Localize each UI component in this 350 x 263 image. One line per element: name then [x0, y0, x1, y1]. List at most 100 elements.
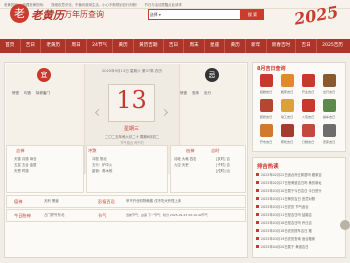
- chongsha-line: 五行：炉中火: [92, 163, 113, 167]
- ji-item: 安床: [192, 91, 199, 95]
- nav-item[interactable]: 黄历: [112, 39, 133, 53]
- topbar-item[interactable]: 节日与活动提醒点此请求: [144, 2, 181, 7]
- auspicious-day-label[interactable]: 开市吉日: [256, 139, 276, 144]
- pengzu-title: 彭祖百忌: [98, 199, 115, 204]
- search-button[interactable]: 搜 索: [241, 9, 264, 20]
- auspicious-day-icon[interactable]: [302, 124, 315, 137]
- pengzu-text: 甲不开仓财物耗散 戌不吃犬作怪上床: [126, 199, 182, 203]
- hot-list-bullet: [256, 197, 259, 200]
- ji-list: 修造 安床 出行: [180, 90, 238, 96]
- auspicious-day-icon[interactable]: [281, 124, 294, 137]
- search-input[interactable]: [148, 9, 241, 20]
- logo-icon[interactable]: 老: [10, 4, 29, 23]
- nav-item[interactable]: 新春吉时: [265, 39, 296, 53]
- jishen-title: 吉神: [16, 148, 25, 153]
- auspicious-day-icon[interactable]: [260, 124, 273, 137]
- nav-item[interactable]: 周末: [183, 39, 204, 53]
- auspicious-day-icon[interactable]: [323, 124, 336, 137]
- search-type-label: 选择: [150, 12, 158, 17]
- ji-item: 出行: [204, 91, 211, 95]
- yi-item: 除修畜门: [36, 91, 50, 95]
- jieqi-text: 当前节气：白露 下一节气：秋分 2025-09-23 06:19:40节气: [126, 213, 208, 217]
- auspicious-day-label[interactable]: 提车吉日: [319, 114, 339, 119]
- jishi-line: [戌时] 凶: [216, 169, 230, 173]
- hot-list-title: 排吉热读: [257, 164, 279, 170]
- zhishen-text: 天刑 黑道: [44, 199, 59, 203]
- jishi-line: [亥时] 吉: [216, 157, 230, 161]
- nav-item[interactable]: 星座: [203, 39, 225, 53]
- ji-item: 修造: [180, 91, 187, 95]
- logo-text[interactable]: 老黄历: [31, 7, 64, 23]
- hot-list-item[interactable]: 2025年02月27日是黄道吉日吗 黄历新址: [261, 180, 322, 185]
- hot-list-item[interactable]: 2025年04月20日属于 黄道吉日: [261, 244, 309, 249]
- hot-list-bullet: [256, 237, 259, 240]
- auspicious-day-icon[interactable]: [302, 99, 315, 112]
- nav-item[interactable]: 首页: [0, 39, 20, 53]
- auspicious-day-label[interactable]: 入宅吉日: [298, 114, 318, 119]
- hot-list-item[interactable]: 2025年03月10日属于今日吉日 今日是什: [261, 188, 322, 193]
- gregorian-date: 2025年9月13日 星期六 第37周 农历: [102, 69, 162, 73]
- jishi-title: 吉时: [211, 148, 220, 153]
- auspicious-day-icon[interactable]: [323, 99, 336, 112]
- yi-list: 修堂 印造 除修畜门: [12, 90, 70, 96]
- auspicious-day-label[interactable]: 出行吉日: [319, 89, 339, 94]
- yi-badge: 宜: [37, 68, 51, 82]
- auspicious-day-icon[interactable]: [302, 74, 315, 87]
- nav-item[interactable]: 吉日: [295, 39, 316, 53]
- main-nav: 首页 吉日 老黄历 周日 24节气 黄历 黄历吉期 吉日 周末 星座 黄历 新年…: [0, 39, 350, 53]
- search-type-select[interactable]: 选择 ▾: [150, 12, 161, 18]
- hot-list-item[interactable]: 2025年02月22日适合乔迁新居吗 搬家吉: [261, 172, 322, 177]
- weekday: 星期三: [123, 126, 139, 132]
- taishen-text: 占门炉外东北: [44, 213, 65, 217]
- auspicious-day-label[interactable]: 祭祀吉日: [277, 139, 297, 144]
- hot-list-item[interactable]: 2025年03月11日黄历吉日 宜忌对照: [261, 196, 315, 201]
- hot-list-item[interactable]: 2025年03月19日农历查询 适合搬家: [261, 236, 315, 241]
- xiongshen-cell: [170, 145, 246, 193]
- scroll-top-button[interactable]: [340, 220, 350, 230]
- auspicious-day-label[interactable]: 开业吉日: [298, 89, 318, 94]
- auspicious-day-icon[interactable]: [281, 74, 294, 87]
- hot-list-bullet: [256, 189, 259, 192]
- day-number: 13: [116, 86, 147, 114]
- yi-item: 印造: [24, 91, 31, 95]
- auspicious-day-label[interactable]: 订婚吉日: [298, 139, 318, 144]
- hot-list-item[interactable]: 2025年03月11日是吉日吗 结婚吉: [261, 212, 312, 217]
- hot-list-item[interactable]: 2025年03月16日是吉日吗 乔迁吉: [261, 220, 312, 225]
- nav-item[interactable]: 吉日: [19, 39, 41, 53]
- nav-item[interactable]: 吉日: [162, 39, 184, 53]
- nav-item[interactable]: 黄历: [224, 39, 245, 53]
- hot-list-item[interactable]: 2025年03月18日农历提车吉日 搬: [261, 228, 312, 233]
- nav-item[interactable]: 黄历吉期: [132, 39, 163, 53]
- jishen-line: 天恩 时德: [14, 169, 29, 173]
- auspicious-day-icon[interactable]: [260, 99, 273, 112]
- auspicious-day-label[interactable]: 结婚吉日: [256, 89, 276, 94]
- nav-item[interactable]: 24节气: [85, 39, 112, 53]
- auspicious-day-icon[interactable]: [323, 74, 336, 87]
- hot-list-bullet: [256, 205, 259, 208]
- hot-list-bullet: [256, 173, 259, 176]
- auspicious-day-title: 8月吉日查询: [257, 66, 286, 72]
- nav-item[interactable]: 老黄历: [40, 39, 65, 53]
- auspicious-day-label[interactable]: 动工吉日: [277, 114, 297, 119]
- hot-list-bullet: [256, 221, 259, 224]
- auspicious-day-icon[interactable]: [260, 74, 273, 87]
- auspicious-day-label[interactable]: 安床吉日: [319, 139, 339, 144]
- nav-item[interactable]: 周日: [65, 39, 86, 53]
- jishi-line: [子时] 吉: [216, 163, 230, 167]
- chevron-down-icon: ▾: [158, 12, 161, 17]
- auspicious-day-icon[interactable]: [281, 99, 294, 112]
- chongsha-line: 星宿：角木蛟: [92, 169, 113, 173]
- hot-list-bullet: [256, 245, 259, 248]
- hot-list-item[interactable]: 2025年03月11日农历 节气适合: [261, 204, 309, 209]
- site-subtitle: 万年历查询: [64, 10, 104, 19]
- auspicious-day-label[interactable]: 搬家吉日: [277, 89, 297, 94]
- nav-item[interactable]: 2025吉历: [315, 39, 348, 53]
- zhishen-title: 值神: [14, 199, 23, 204]
- taishen-title: 今日胎神: [14, 213, 31, 218]
- nav-item[interactable]: 新年: [244, 39, 266, 53]
- auspicious-day-label[interactable]: 装修吉日: [256, 114, 276, 119]
- hot-list-bullet: [256, 181, 259, 184]
- xiongshen-line: 月破 大耗 四击: [174, 157, 197, 161]
- topbar-item: 按维权意识化，不偏问使用生活，小心不断规划自行判断！: [51, 2, 140, 7]
- chongsha-line: 冲鼠 煞北: [92, 157, 107, 161]
